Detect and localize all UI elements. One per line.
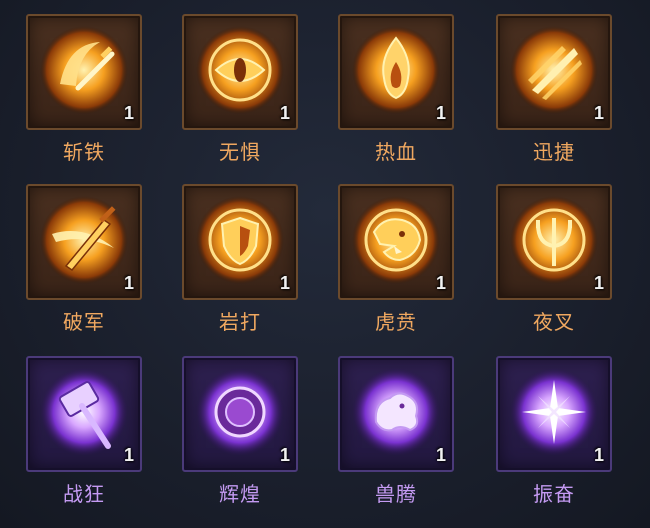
skill-grid: 1 斩铁 1 无惧 1 热血 1 迅捷 1 破军 1 岩打 1 虎贲 1 夜叉 … xyxy=(0,0,650,528)
skill-count: 1 xyxy=(435,103,446,123)
skill-name: 迅捷 xyxy=(533,140,575,164)
skill-count: 1 xyxy=(435,273,446,293)
skill-name: 斩铁 xyxy=(63,140,105,164)
radiant-emblem-icon xyxy=(194,366,286,458)
skill-slot-1: 1 斩铁 xyxy=(26,14,146,174)
skill-icon-button[interactable]: 1 xyxy=(26,14,142,130)
skill-count: 1 xyxy=(593,273,604,293)
skill-slot-2: 1 无惧 xyxy=(182,14,302,174)
skill-count: 1 xyxy=(279,103,290,123)
flame-icon xyxy=(350,24,442,116)
skill-name: 兽腾 xyxy=(375,482,417,506)
skill-count: 1 xyxy=(593,445,604,465)
skill-slot-11: 1 兽腾 xyxy=(338,356,458,516)
slash-blade-icon xyxy=(38,24,130,116)
skill-icon-button[interactable]: 1 xyxy=(182,356,298,472)
skill-count: 1 xyxy=(123,273,134,293)
skill-count: 1 xyxy=(593,103,604,123)
skill-name: 无惧 xyxy=(219,140,261,164)
skill-count: 1 xyxy=(123,445,134,465)
skill-slot-4: 1 迅捷 xyxy=(496,14,616,174)
skill-name: 战狂 xyxy=(63,482,105,506)
skill-icon-button[interactable]: 1 xyxy=(26,184,142,300)
skill-icon-button[interactable]: 1 xyxy=(338,14,454,130)
skill-icon-button[interactable]: 1 xyxy=(182,14,298,130)
tiger-head-icon xyxy=(350,194,442,286)
skill-name: 破军 xyxy=(63,310,105,334)
skill-icon-button[interactable]: 1 xyxy=(338,184,454,300)
skill-count: 1 xyxy=(279,445,290,465)
skill-slot-7: 1 虎贲 xyxy=(338,184,458,344)
beast-spirit-icon xyxy=(350,366,442,458)
skill-name: 热血 xyxy=(375,140,417,164)
skill-name: 振奋 xyxy=(533,482,575,506)
skill-icon-button[interactable]: 1 xyxy=(496,184,612,300)
skill-slot-12: 1 振奋 xyxy=(496,356,616,516)
skill-slot-8: 1 夜叉 xyxy=(496,184,616,344)
skill-count: 1 xyxy=(123,103,134,123)
shield-icon xyxy=(194,194,286,286)
skill-name: 虎贲 xyxy=(375,310,417,334)
sword-slash-icon xyxy=(38,194,130,286)
skill-name: 夜叉 xyxy=(533,310,575,334)
skill-count: 1 xyxy=(435,445,446,465)
skill-icon-button[interactable]: 1 xyxy=(496,356,612,472)
trident-icon xyxy=(508,194,600,286)
speed-streaks-icon xyxy=(508,24,600,116)
skill-name: 辉煌 xyxy=(219,482,261,506)
war-hammer-icon xyxy=(38,366,130,458)
skill-slot-9: 1 战狂 xyxy=(26,356,146,516)
skill-count: 1 xyxy=(279,273,290,293)
eye-icon xyxy=(194,24,286,116)
skill-slot-5: 1 破军 xyxy=(26,184,146,344)
skill-slot-10: 1 辉煌 xyxy=(182,356,302,516)
skill-name: 岩打 xyxy=(219,310,261,334)
skill-slot-3: 1 热血 xyxy=(338,14,458,174)
skill-icon-button[interactable]: 1 xyxy=(26,356,142,472)
skill-icon-button[interactable]: 1 xyxy=(182,184,298,300)
burst-star-icon xyxy=(508,366,600,458)
skill-slot-6: 1 岩打 xyxy=(182,184,302,344)
skill-icon-button[interactable]: 1 xyxy=(338,356,454,472)
skill-icon-button[interactable]: 1 xyxy=(496,14,612,130)
